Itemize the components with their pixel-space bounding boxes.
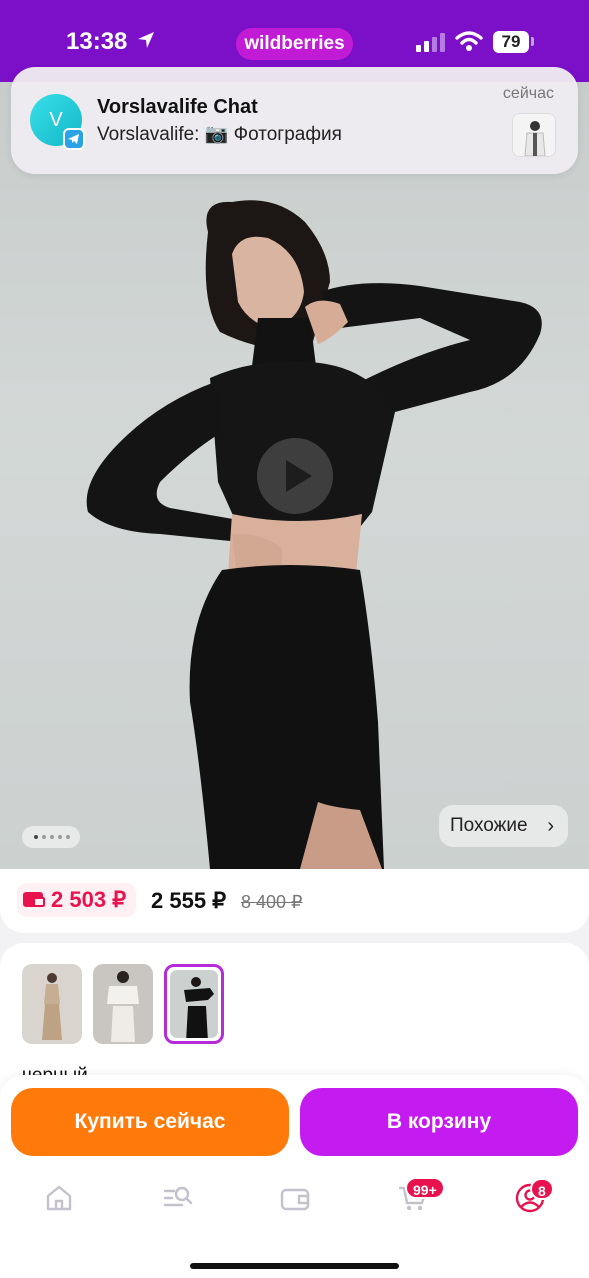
buy-now-button[interactable]: Купить сейчас [11,1088,289,1156]
notification-photo-thumbnail [512,113,556,157]
variant-thumb-black-selected[interactable] [164,964,224,1044]
price-block: 2 503 ₽ 2 555 ₽ 8 400 ₽ [0,869,589,933]
profile-notification-badge: 8 [530,1178,554,1200]
battery-tip [531,37,534,46]
catalog-search-icon[interactable] [162,1182,194,1214]
add-to-cart-button[interactable]: В корзину [300,1088,578,1156]
status-time: 13:38 [66,28,128,55]
similar-products-button[interactable]: Похожие › [439,805,568,847]
gallery-pagination-dots [22,826,80,848]
product-photo-gallery[interactable]: Похожие › [0,82,589,869]
wifi-icon [455,31,483,51]
telegram-icon [63,128,85,150]
play-icon [286,460,312,492]
battery-indicator: 79 [493,31,529,53]
bottom-panel: Купить сейчас В корзину 99+ 8 [0,1075,589,1278]
cellular-signal-icon [416,32,448,52]
wallet-price: 2 503 ₽ [51,887,127,912]
variant-thumb-beige[interactable] [22,964,82,1044]
location-arrow-icon [138,32,154,48]
variant-thumb-white[interactable] [93,964,153,1044]
similar-label: Похожие [450,815,528,836]
current-price: 2 555 ₽ [151,888,227,913]
notification-title: Vorslavalife Chat [97,96,258,118]
video-play-button[interactable] [257,438,333,514]
home-indicator [190,1263,399,1269]
notification-body: Vorslavalife: 📷 Фотография [97,124,342,145]
home-icon[interactable] [43,1182,75,1214]
push-notification[interactable]: V Vorslavalife Chat Vorslavalife: 📷 Фото… [11,67,578,174]
wallet-price-badge[interactable]: 2 503 ₽ [17,883,137,917]
wallet-nav-icon[interactable] [279,1182,311,1214]
notification-time: сейчас [502,85,554,102]
cart-count-badge: 99+ [405,1177,445,1199]
wallet-icon [23,892,45,907]
chevron-right-icon: › [547,815,554,837]
brand-pill[interactable]: wildberries [236,28,353,60]
old-price: 8 400 ₽ [241,892,303,912]
